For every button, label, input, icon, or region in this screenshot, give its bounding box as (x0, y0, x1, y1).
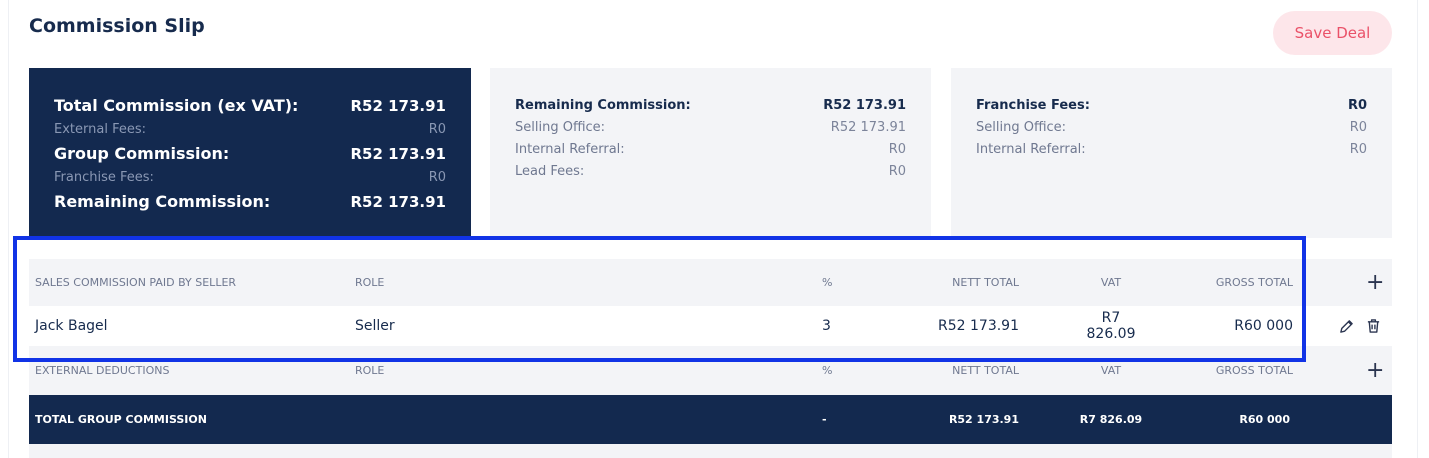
row-actions (1339, 318, 1381, 334)
save-deal-button[interactable]: Save Deal (1273, 11, 1392, 55)
franchise-selling-office-row: Selling Office: R0 (976, 117, 1367, 139)
add-external-deduction-plus-icon[interactable]: + (1366, 359, 1384, 381)
agent-role: Seller (355, 318, 395, 334)
commission-summary-card: Total Commission (ex VAT): R52 173.91 Ex… (29, 68, 471, 238)
agent-name: Jack Bagel (35, 318, 108, 334)
external-header-role: ROLE (355, 364, 385, 377)
total-group-commission-row: TOTAL GROUP COMMISSION - R52 173.91 R7 8… (29, 395, 1392, 444)
external-fees-label: External Fees: (54, 122, 146, 137)
remaining-lead-fees-value: R0 (888, 164, 906, 179)
remaining-head-label: Remaining Commission: (515, 98, 691, 113)
franchise-selling-office-value: R0 (1349, 120, 1367, 135)
sales-header-gross: GROSS TOTAL (1215, 276, 1293, 289)
total-commission-value: R52 173.91 (350, 97, 446, 115)
agent-pct: 3 (822, 318, 831, 334)
franchise-fees-row: Franchise Fees: R0 (54, 166, 446, 190)
franchise-head-value: R0 (1347, 98, 1367, 113)
remaining-head-value: R52 173.91 (823, 98, 906, 113)
external-fees-row: External Fees: R0 (54, 118, 446, 142)
pencil-icon[interactable] (1339, 319, 1354, 334)
remaining-head-row: Remaining Commission: R52 173.91 (515, 95, 906, 117)
total-pct: - (822, 413, 827, 426)
external-fees-value: R0 (428, 122, 446, 137)
remaining-selling-office-row: Selling Office: R52 173.91 (515, 117, 906, 139)
total-commission-label: Total Commission (ex VAT): (54, 96, 299, 115)
sales-header-role: ROLE (355, 276, 385, 289)
group-commission-row: Group Commission: R52 173.91 (54, 142, 446, 166)
remaining-internal-referral-value: R0 (888, 142, 906, 157)
external-header-pct: % (822, 364, 833, 377)
remaining-selling-office-label: Selling Office: (515, 120, 606, 135)
total-nett: R52 173.91 (948, 413, 1019, 426)
group-commission-value: R52 173.91 (350, 145, 446, 163)
franchise-internal-referral-row: Internal Referral: R0 (976, 139, 1367, 161)
external-header-vat: VAT (1100, 364, 1122, 377)
total-gross: R60 000 (1239, 413, 1290, 426)
franchise-fees-label: Franchise Fees: (54, 170, 154, 185)
remaining-internal-referral-row: Internal Referral: R0 (515, 139, 906, 161)
total-vat: R7 826.09 (1079, 413, 1143, 426)
external-table-header: EXTERNAL DEDUCTIONS ROLE % NETT TOTAL VA… (29, 346, 1392, 395)
sales-header-pct: % (822, 276, 833, 289)
franchise-fees-value: R0 (428, 170, 446, 185)
agent-gross-total: R60 000 (1234, 318, 1293, 334)
franchise-head-label: Franchise Fees: (976, 98, 1090, 113)
agent-vat: R7 826.09 (1086, 310, 1136, 342)
total-commission-row: Total Commission (ex VAT): R52 173.91 (54, 94, 446, 118)
sales-table-header: SALES COMMISSION PAID BY SELLER ROLE % N… (29, 259, 1392, 306)
page-title: Commission Slip (29, 15, 205, 37)
sales-header-vat: VAT (1100, 276, 1122, 289)
agent-nett-total: R52 173.91 (938, 318, 1019, 334)
table-row[interactable]: Jack Bagel Seller 3 R52 173.91 R7 826.09… (29, 306, 1392, 346)
remaining-commission-row: Remaining Commission: R52 173.91 (54, 190, 446, 214)
remaining-commission-value: R52 173.91 (350, 193, 446, 211)
external-header-name: EXTERNAL DEDUCTIONS (35, 364, 170, 377)
franchise-internal-referral-value: R0 (1349, 142, 1367, 157)
sales-header-name: SALES COMMISSION PAID BY SELLER (35, 276, 237, 289)
sales-header-nett: NETT TOTAL (952, 276, 1019, 289)
franchise-selling-office-label: Selling Office: (976, 120, 1067, 135)
franchise-head-row: Franchise Fees: R0 (976, 95, 1367, 117)
add-sales-commission-plus-icon[interactable]: + (1366, 271, 1384, 293)
remaining-commission-label: Remaining Commission: (54, 192, 271, 211)
external-header-gross: GROSS TOTAL (1215, 364, 1293, 377)
total-label: TOTAL GROUP COMMISSION (35, 413, 207, 426)
trash-icon[interactable] (1366, 318, 1381, 334)
franchise-internal-referral-label: Internal Referral: (976, 142, 1086, 157)
remaining-commission-card: Remaining Commission: R52 173.91 Selling… (490, 68, 931, 238)
remaining-internal-referral-label: Internal Referral: (515, 142, 625, 157)
remaining-lead-fees-row: Lead Fees: R0 (515, 161, 906, 183)
group-commission-label: Group Commission: (54, 144, 230, 163)
external-header-nett: NETT TOTAL (952, 364, 1019, 377)
remaining-selling-office-value: R52 173.91 (830, 120, 906, 135)
franchise-fees-card: Franchise Fees: R0 Selling Office: R0 In… (951, 68, 1392, 238)
remaining-lead-fees-label: Lead Fees: (515, 164, 585, 179)
table-footer-strip (29, 444, 1392, 458)
